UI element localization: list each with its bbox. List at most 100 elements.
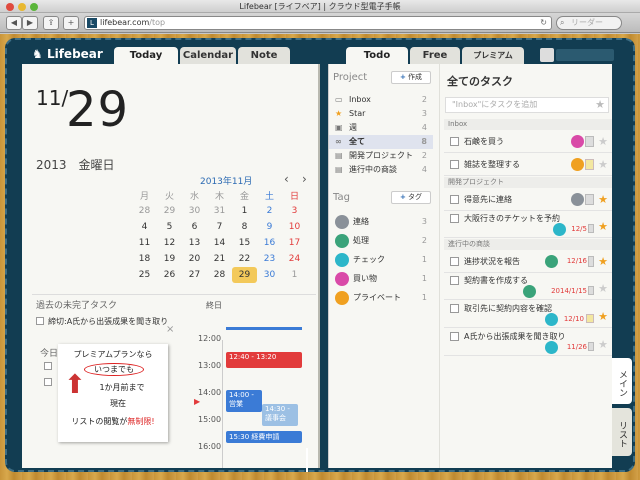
event-1240[interactable]: 12:40 - 13:20 bbox=[226, 352, 302, 368]
calendar-day[interactable]: 4 bbox=[132, 219, 157, 235]
side-tab-list[interactable]: リスト bbox=[612, 408, 632, 456]
note-icon[interactable] bbox=[588, 224, 594, 233]
note-icon[interactable] bbox=[588, 342, 594, 351]
task-checkbox[interactable] bbox=[450, 304, 459, 313]
calendar-day[interactable]: 28 bbox=[132, 203, 157, 219]
calendar-day[interactable]: 14 bbox=[207, 235, 232, 251]
close-window-button[interactable] bbox=[6, 3, 14, 11]
task-checkbox[interactable] bbox=[450, 257, 459, 266]
task-checkbox[interactable] bbox=[450, 195, 459, 204]
note-icon[interactable] bbox=[585, 136, 594, 147]
note-icon[interactable] bbox=[588, 286, 594, 295]
calendar-day[interactable]: 29 bbox=[157, 203, 182, 219]
calendar-day[interactable]: 7 bbox=[207, 219, 232, 235]
create-project-button[interactable]: + 作成 bbox=[391, 71, 431, 84]
calendar-day[interactable]: 16 bbox=[257, 235, 282, 251]
calendar-day[interactable]: 30 bbox=[257, 267, 282, 283]
calendar-day[interactable]: 15 bbox=[232, 235, 257, 251]
star-icon[interactable]: ★ bbox=[598, 309, 608, 324]
calendar-day[interactable]: 9 bbox=[257, 219, 282, 235]
star-icon[interactable]: ★ bbox=[595, 98, 605, 112]
task-checkbox[interactable] bbox=[36, 317, 44, 325]
project-star[interactable]: ★ Star 3 bbox=[329, 107, 433, 121]
task-checkbox[interactable] bbox=[450, 137, 459, 146]
calendar-day[interactable]: 23 bbox=[257, 251, 282, 267]
username-field[interactable] bbox=[556, 49, 614, 61]
calendar-day[interactable]: 1 bbox=[282, 267, 307, 283]
add-task-input[interactable]: "Inbox"にタスクを追加 ★ bbox=[445, 97, 609, 113]
tag-check[interactable]: チェック 1 bbox=[329, 251, 433, 269]
note-icon[interactable] bbox=[586, 314, 594, 323]
task-item[interactable]: 取引先に契約内容を確認 12/10 ★ bbox=[444, 301, 612, 328]
calendar-day[interactable]: 18 bbox=[132, 251, 157, 267]
calendar-day[interactable]: 1 bbox=[232, 203, 257, 219]
overdue-task[interactable]: 締切:A氏から出張成果を聞き取り bbox=[36, 316, 186, 338]
note-icon[interactable] bbox=[585, 194, 594, 205]
add-tab-button[interactable]: + bbox=[63, 16, 79, 30]
event-1530[interactable]: 15:30 経費申請 bbox=[226, 431, 302, 443]
calendar-day[interactable]: 24 bbox=[282, 251, 307, 267]
task-checkbox[interactable] bbox=[450, 332, 459, 341]
calendar-day[interactable]: 21 bbox=[207, 251, 232, 267]
task-checkbox[interactable] bbox=[450, 276, 459, 285]
calendar-day[interactable]: 25 bbox=[132, 267, 157, 283]
star-icon[interactable]: ★ bbox=[598, 188, 608, 211]
task-checkbox[interactable] bbox=[450, 160, 459, 169]
project-dev[interactable]: ▤ 開発プロジェクト 2 bbox=[329, 149, 433, 163]
calendar-day[interactable]: 6 bbox=[182, 219, 207, 235]
task-item[interactable]: 雑誌を整理する ★ bbox=[444, 153, 612, 176]
task-checkbox[interactable] bbox=[44, 362, 52, 370]
premium-promo-note[interactable]: プレミアムプランなら いつまでも ⬆ 1か月前まで 現在 リストの閲覧が無制限! bbox=[58, 344, 168, 442]
calendar-day[interactable]: 17 bbox=[282, 235, 307, 251]
calendar-day[interactable]: 31 bbox=[207, 203, 232, 219]
calendar-day[interactable]: 11 bbox=[132, 235, 157, 251]
project-deals[interactable]: ▤ 進行中の商談 4 bbox=[329, 163, 433, 177]
calendar-next-button[interactable]: › bbox=[302, 172, 307, 186]
avatar[interactable] bbox=[540, 48, 554, 62]
calendar-day[interactable]: 30 bbox=[182, 203, 207, 219]
calendar-day[interactable]: 13 bbox=[182, 235, 207, 251]
calendar-day[interactable]: 22 bbox=[232, 251, 257, 267]
forward-button[interactable]: ▶ bbox=[22, 16, 38, 30]
task-item[interactable]: A氏から出張成果を聞き取り 11/26 ★ bbox=[444, 329, 612, 356]
calendar-day[interactable]: 8 bbox=[232, 219, 257, 235]
calendar-day[interactable]: 2 bbox=[257, 203, 282, 219]
event-1430[interactable]: 14:30 - 議事会 bbox=[262, 404, 298, 426]
calendar-day[interactable]: 26 bbox=[157, 267, 182, 283]
calendar-day[interactable]: 12 bbox=[157, 235, 182, 251]
star-icon[interactable]: ★ bbox=[598, 281, 608, 296]
calendar-prev-button[interactable]: ‹ bbox=[284, 172, 289, 186]
tab-premium[interactable]: プレミアム bbox=[462, 47, 524, 64]
task-item[interactable]: 石鹸を買う ★ bbox=[444, 130, 612, 153]
create-tag-button[interactable]: + タグ bbox=[391, 191, 431, 204]
star-icon[interactable]: ★ bbox=[598, 153, 608, 176]
tab-todo[interactable]: Todo bbox=[346, 47, 408, 64]
lifebear-logo[interactable]: ♞ Lifebear bbox=[32, 46, 103, 63]
project-inbox[interactable]: ▭ Inbox 2 bbox=[329, 93, 433, 107]
reload-icon[interactable]: ↻ bbox=[540, 17, 547, 29]
task-item[interactable]: 契約書を作成する 2014/1/15 ★ bbox=[444, 273, 612, 300]
tab-today[interactable]: Today bbox=[114, 47, 178, 64]
tab-free[interactable]: Free bbox=[410, 47, 460, 64]
tag-contact[interactable]: 連絡 3 bbox=[329, 213, 433, 231]
note-icon[interactable] bbox=[588, 256, 594, 267]
project-all[interactable]: ∞ 全て 8 bbox=[329, 135, 433, 149]
tab-note[interactable]: Note bbox=[238, 47, 290, 64]
calendar-day[interactable]: 28 bbox=[207, 267, 232, 283]
event-1400[interactable]: 14:00 - 営業 bbox=[226, 390, 262, 412]
calendar-day[interactable]: 3 bbox=[282, 203, 307, 219]
task-checkbox[interactable] bbox=[44, 378, 52, 386]
tag-process[interactable]: 処理 2 bbox=[329, 232, 433, 250]
calendar-day[interactable]: 27 bbox=[182, 267, 207, 283]
calendar-day[interactable]: 10 bbox=[282, 219, 307, 235]
close-icon[interactable]: × bbox=[166, 324, 174, 335]
address-bar[interactable]: L lifebear.com/top ↻ bbox=[84, 16, 552, 30]
star-icon[interactable]: ★ bbox=[598, 130, 608, 153]
share-icon[interactable]: ⇪ bbox=[43, 16, 59, 30]
search-input[interactable]: ⌕ リーダー bbox=[556, 16, 622, 30]
task-item[interactable]: 進捗状況を報告 12/16 ★ bbox=[444, 250, 612, 273]
star-icon[interactable]: ★ bbox=[598, 250, 608, 273]
side-tab-main[interactable]: メイン bbox=[612, 358, 632, 404]
minimize-window-button[interactable] bbox=[18, 3, 26, 11]
back-button[interactable]: ◀ bbox=[6, 16, 22, 30]
